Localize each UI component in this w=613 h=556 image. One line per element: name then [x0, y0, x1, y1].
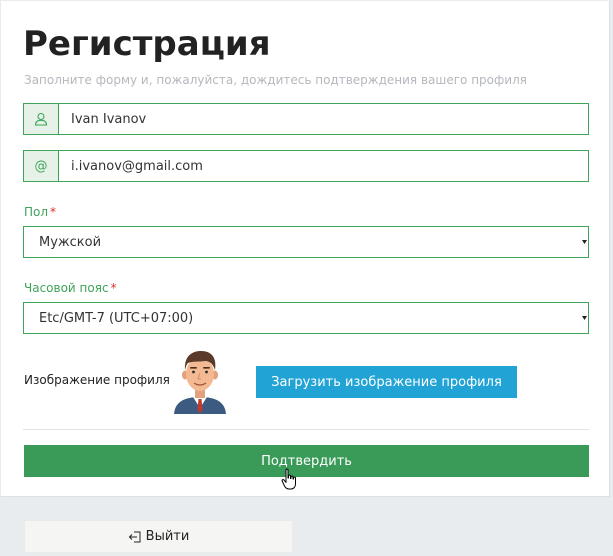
gender-label: Пол * [24, 204, 56, 220]
hand-pointer-icon [281, 468, 296, 490]
name-input[interactable]: Ivan Ivanov [59, 104, 588, 134]
name-input-group: Ivan Ivanov [23, 103, 589, 135]
required-mark: * [50, 205, 57, 219]
email-input-group: @ i.ivanov@gmail.com [23, 150, 589, 182]
email-input[interactable]: i.ivanov@gmail.com [59, 151, 588, 181]
avatar [174, 351, 226, 414]
page-title: Регистрация [23, 24, 271, 64]
timezone-select-value: Etc/GMT-7 (UTC+07:00) [39, 310, 194, 326]
profile-image-label: Изображение профиля [24, 373, 170, 387]
at-icon: @ [24, 151, 59, 181]
gender-select-value: Мужской [39, 234, 102, 250]
timezone-select[interactable]: Etc/GMT-7 (UTC+07:00) [23, 302, 589, 334]
timezone-label-text: Часовой пояс [24, 281, 109, 295]
upload-profile-image-button[interactable]: Загрузить изображение профиля [256, 366, 517, 398]
logout-button[interactable]: Выйти [24, 520, 293, 553]
logout-button-label: Выйти [145, 529, 190, 544]
submit-button[interactable]: Подтвердить [24, 445, 589, 477]
timezone-label: Часовой пояс * [24, 280, 117, 296]
divider [23, 429, 589, 430]
user-icon [24, 104, 59, 134]
gender-label-text: Пол [24, 205, 49, 219]
logout-icon [128, 531, 141, 542]
caret-down-icon [580, 303, 588, 333]
caret-down-icon [580, 227, 588, 257]
required-mark: * [110, 281, 117, 295]
gender-select[interactable]: Мужской [23, 226, 589, 258]
page-subtitle: Заполните форму и, пожалуйста, дождитесь… [24, 73, 527, 87]
